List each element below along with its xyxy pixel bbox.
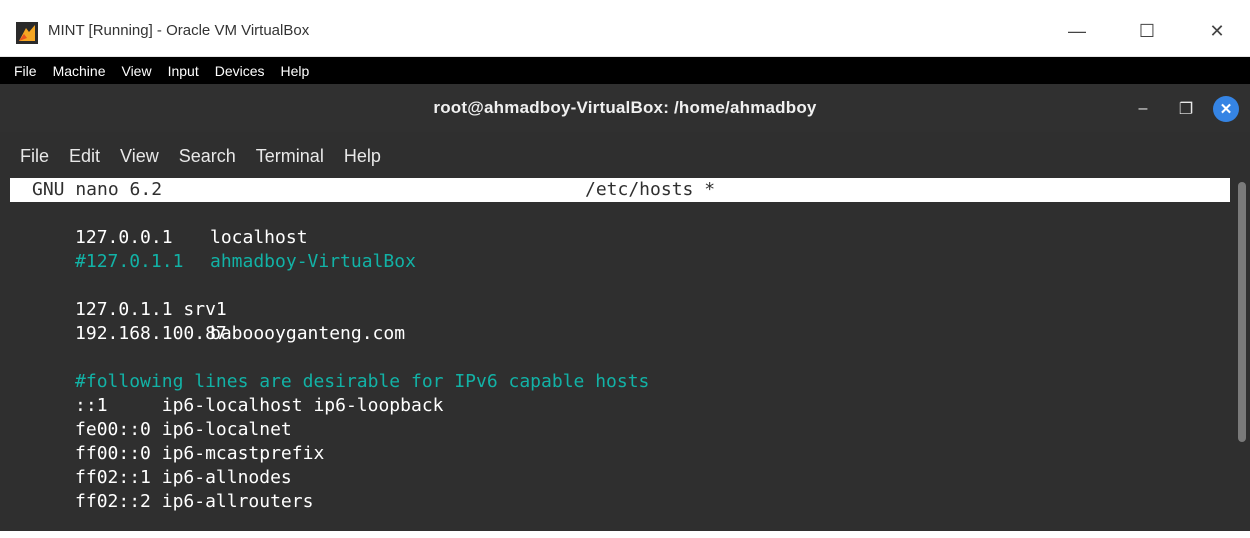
file-line[interactable]: 192.168.100.87 baboooyganteng.com bbox=[10, 298, 405, 344]
file-line[interactable]: fe00::0 ip6-localnet bbox=[10, 394, 292, 440]
terminal-close-button[interactable]: ✕ bbox=[1213, 96, 1239, 122]
terminal-minimize-button[interactable]: – bbox=[1130, 96, 1156, 122]
terminal-menu-view[interactable]: View bbox=[110, 146, 169, 167]
file-line[interactable]: 127.0.1.1 srv1 bbox=[10, 274, 227, 320]
nano-filename: /etc/hosts * bbox=[585, 179, 716, 200]
file-line[interactable]: 127.0.0.1 localhost bbox=[10, 202, 308, 248]
vbox-menu-view[interactable]: View bbox=[113, 63, 159, 79]
nano-version: GNU nano 6.2 bbox=[32, 179, 163, 200]
line-hostname: baboooyganteng.com bbox=[210, 323, 406, 344]
line-address: #127.0.1.1 bbox=[75, 251, 184, 272]
line-address: 192.168.100.87 bbox=[75, 323, 227, 344]
terminal-scrollbar[interactable] bbox=[1238, 182, 1246, 442]
terminal-title: root@ahmadboy-VirtualBox: /home/ahmadboy bbox=[433, 98, 817, 117]
line-text: ff02::2 ip6-allrouters bbox=[75, 491, 314, 512]
file-line[interactable]: ff02::1 ip6-allnodes bbox=[10, 442, 292, 488]
maximize-button[interactable]: ☐ bbox=[1124, 14, 1170, 48]
virtualbox-menubar: File Machine View Input Devices Help bbox=[0, 57, 1250, 84]
file-line[interactable]: ff00::0 ip6-mcastprefix bbox=[10, 418, 324, 464]
terminal-menu-edit[interactable]: Edit bbox=[59, 146, 110, 167]
close-button[interactable]: ✕ bbox=[1194, 14, 1240, 48]
minimize-button[interactable]: — bbox=[1054, 14, 1100, 48]
file-line[interactable]: #127.0.1.1 ahmadboy-VirtualBox bbox=[10, 226, 416, 272]
terminal-menu-terminal[interactable]: Terminal bbox=[246, 146, 334, 167]
line-hostname: ahmadboy-VirtualBox bbox=[210, 251, 416, 272]
terminal-maximize-button[interactable]: ❐ bbox=[1173, 96, 1199, 122]
file-line[interactable]: #following lines are desirable for IPv6 … bbox=[10, 346, 649, 392]
virtualbox-titlebar: MINT [Running] - Oracle VM VirtualBox — … bbox=[0, 0, 1250, 57]
file-line[interactable]: ::1 ip6-localhost ip6-loopback bbox=[10, 370, 443, 416]
terminal-menu-file[interactable]: File bbox=[0, 146, 59, 167]
window-title: MINT [Running] - Oracle VM VirtualBox bbox=[48, 22, 310, 39]
file-line[interactable]: ff02::2 ip6-allrouters bbox=[10, 466, 313, 512]
virtualbox-app-icon bbox=[16, 22, 38, 44]
terminal-titlebar: root@ahmadboy-VirtualBox: /home/ahmadboy… bbox=[0, 84, 1250, 132]
line-hostname: localhost bbox=[210, 227, 308, 248]
vbox-menu-machine[interactable]: Machine bbox=[45, 63, 114, 79]
nano-header-bar: GNU nano 6.2 /etc/hosts * bbox=[10, 178, 1230, 202]
terminal-menu-help[interactable]: Help bbox=[334, 146, 391, 167]
vbox-menu-input[interactable]: Input bbox=[160, 63, 207, 79]
guest-display[interactable]: root@ahmadboy-VirtualBox: /home/ahmadboy… bbox=[0, 84, 1250, 531]
vbox-menu-file[interactable]: File bbox=[0, 63, 45, 79]
vbox-menu-devices[interactable]: Devices bbox=[207, 63, 273, 79]
terminal-menubar: File Edit View Search Terminal Help bbox=[0, 142, 1250, 170]
terminal-menu-search[interactable]: Search bbox=[169, 146, 246, 167]
nano-editor[interactable]: GNU nano 6.2 /etc/hosts * 127.0.0.1 local… bbox=[10, 178, 1232, 531]
vbox-menu-help[interactable]: Help bbox=[273, 63, 318, 79]
